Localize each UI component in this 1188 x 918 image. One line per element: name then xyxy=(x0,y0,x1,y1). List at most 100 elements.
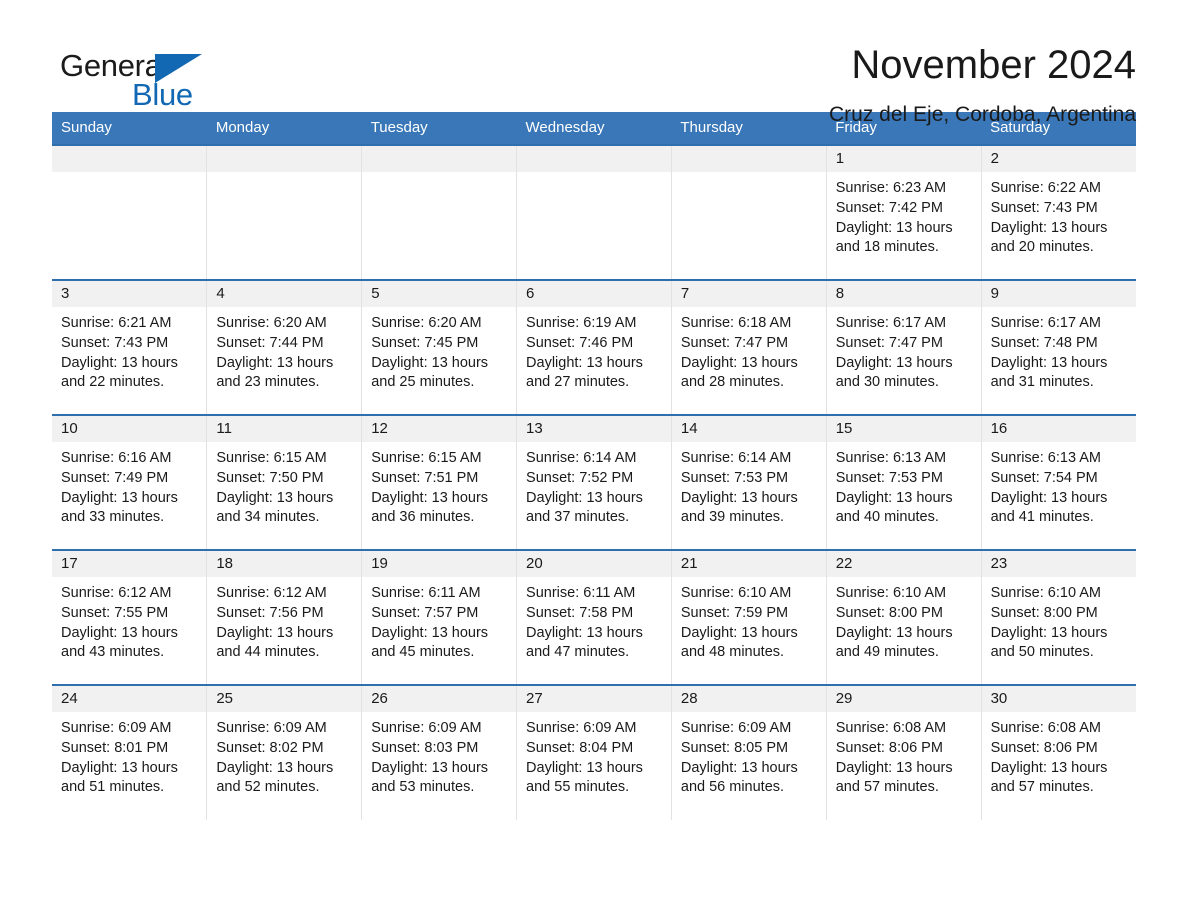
day-details xyxy=(52,172,206,179)
day-detail-line: and 47 minutes. xyxy=(526,644,630,661)
day-detail-line: and 53 minutes. xyxy=(371,779,475,796)
day-detail-line: Sunset: 8:00 PM xyxy=(990,604,1098,621)
generalblue-logo[interactable]: General Blue xyxy=(54,44,254,114)
calendar-day-cell[interactable]: 12 Sunrise: 6:15 AM Sunset: 7:51 PM Dayligh… xyxy=(361,414,518,550)
day-details: Sunrise: 6:09 AM Sunset: 8:04 PM Daylight:… xyxy=(517,712,671,798)
calendar-day-cell[interactable]: 8 Sunrise: 6:17 AM Sunset: 7:47 PM Daylight… xyxy=(826,279,982,415)
day-detail-line: Sunrise: 6:13 AM xyxy=(990,450,1101,466)
day-detail-line: Sunset: 7:48 PM xyxy=(990,334,1098,351)
day-detail-line: Sunset: 8:05 PM xyxy=(680,739,789,756)
day-detail-line: Daylight: 13 hours xyxy=(835,759,953,776)
day-detail-line: and 28 minutes. xyxy=(680,374,785,391)
day-number: 1 xyxy=(826,146,981,172)
day-detail-line: and 50 minutes. xyxy=(990,644,1094,661)
day-detail-line: Sunset: 7:52 PM xyxy=(526,469,634,486)
day-number: 6 xyxy=(517,281,671,307)
day-detail-line: Daylight: 13 hours xyxy=(990,489,1108,506)
day-number: 30 xyxy=(981,686,1136,712)
calendar-week-row: 3 Sunrise: 6:21 AM Sunset: 7:43 PM Daylight… xyxy=(52,279,1136,415)
calendar-day-cell[interactable]: 21 Sunrise: 6:10 AM Sunset: 7:59 PM Dayligh… xyxy=(671,549,827,685)
calendar-day-cell[interactable]: 22 Sunrise: 6:10 AM Sunset: 8:00 PM Dayligh… xyxy=(826,549,982,685)
day-details: Sunrise: 6:10 AM Sunset: 7:59 PM Daylight:… xyxy=(672,577,826,663)
weekday-header-thursday: Thursday xyxy=(671,112,827,145)
day-detail-line: and 18 minutes. xyxy=(835,239,939,256)
day-detail-line: Sunrise: 6:09 AM xyxy=(526,720,637,736)
day-detail-line: Sunset: 7:45 PM xyxy=(371,334,479,351)
day-number: 29 xyxy=(826,686,981,712)
calendar-day-cell[interactable]: 28 Sunrise: 6:09 AM Sunset: 8:05 PM Dayligh… xyxy=(671,684,827,820)
day-detail-line: Sunset: 8:04 PM xyxy=(526,739,634,756)
day-details: Sunrise: 6:17 AM Sunset: 7:48 PM Daylight:… xyxy=(982,307,1136,393)
calendar-day-cell[interactable]: 18 Sunrise: 6:12 AM Sunset: 7:56 PM Dayligh… xyxy=(206,549,363,685)
day-detail-line: Sunrise: 6:10 AM xyxy=(680,585,792,601)
calendar-day-cell[interactable]: 2 Sunrise: 6:22 AM Sunset: 7:43 PM Daylight… xyxy=(981,144,1136,280)
day-number: 26 xyxy=(362,686,517,712)
day-detail-line: Daylight: 13 hours xyxy=(990,759,1108,776)
day-detail-line: Daylight: 13 hours xyxy=(371,624,489,641)
calendar-day-cell[interactable]: 10 Sunrise: 6:16 AM Sunset: 7:49 PM Dayligh… xyxy=(52,414,208,550)
day-detail-line: and 25 minutes. xyxy=(371,374,475,391)
day-detail-line: Sunset: 7:43 PM xyxy=(61,334,169,351)
calendar-day-cell[interactable]: 14 Sunrise: 6:14 AM Sunset: 7:53 PM Dayligh… xyxy=(671,414,827,550)
calendar-day-cell[interactable]: 1 Sunrise: 6:23 AM Sunset: 7:42 PM Daylight… xyxy=(826,144,982,280)
weekday-header-tuesday: Tuesday xyxy=(361,112,517,145)
day-detail-line: Daylight: 13 hours xyxy=(216,489,334,506)
day-number: 12 xyxy=(362,416,517,442)
day-detail-line: Sunrise: 6:12 AM xyxy=(216,585,327,601)
day-detail-line: Daylight: 13 hours xyxy=(61,489,178,506)
day-detail-line: Daylight: 13 hours xyxy=(835,219,953,236)
day-detail-line: Sunset: 7:43 PM xyxy=(990,199,1098,216)
day-detail-line: Sunset: 7:59 PM xyxy=(680,604,789,621)
day-detail-line: Daylight: 13 hours xyxy=(835,489,953,506)
calendar-day-cell[interactable]: 27 Sunrise: 6:09 AM Sunset: 8:04 PM Dayligh… xyxy=(516,684,672,820)
day-detail-line: Sunrise: 6:14 AM xyxy=(680,450,792,466)
day-detail-line: Sunset: 8:03 PM xyxy=(371,739,479,756)
calendar-day-cell[interactable]: 29 Sunrise: 6:08 AM Sunset: 8:06 PM Dayligh… xyxy=(826,684,982,820)
day-details: Sunrise: 6:18 AM Sunset: 7:47 PM Daylight:… xyxy=(672,307,826,393)
day-number: 10 xyxy=(52,416,207,442)
page-header: General Blue November 2024 Cruz del Eje,… xyxy=(0,0,1188,126)
calendar-day-cell[interactable]: 16 Sunrise: 6:13 AM Sunset: 7:54 PM Dayligh… xyxy=(981,414,1136,550)
day-detail-line: Sunset: 7:51 PM xyxy=(371,469,479,486)
day-detail-line: and 20 minutes. xyxy=(990,239,1094,256)
calendar-day-cell[interactable]: 5 Sunrise: 6:20 AM Sunset: 7:45 PM Daylight… xyxy=(361,279,518,415)
calendar-day-cell[interactable]: 25 Sunrise: 6:09 AM Sunset: 8:02 PM Dayligh… xyxy=(206,684,363,820)
calendar-day-cell[interactable]: 9 Sunrise: 6:17 AM Sunset: 7:48 PM Daylight… xyxy=(981,279,1136,415)
day-details: Sunrise: 6:23 AM Sunset: 7:42 PM Daylight:… xyxy=(827,172,981,258)
day-detail-line: Sunset: 7:42 PM xyxy=(835,199,943,216)
calendar-day-cell[interactable]: 15 Sunrise: 6:13 AM Sunset: 7:53 PM Dayligh… xyxy=(826,414,982,550)
day-detail-line: Sunset: 8:00 PM xyxy=(835,604,943,621)
calendar-day-cell[interactable]: 3 Sunrise: 6:21 AM Sunset: 7:43 PM Daylight… xyxy=(52,279,208,415)
day-detail-line: Sunset: 7:49 PM xyxy=(61,469,169,486)
day-detail-line: Sunrise: 6:09 AM xyxy=(680,720,792,736)
calendar-day-cell[interactable]: 17 Sunrise: 6:12 AM Sunset: 7:55 PM Dayligh… xyxy=(52,549,208,685)
day-number: 27 xyxy=(517,686,671,712)
day-number: 19 xyxy=(362,551,517,577)
day-details: Sunrise: 6:15 AM Sunset: 7:50 PM Daylight:… xyxy=(207,442,361,528)
calendar-day-cell[interactable]: 23 Sunrise: 6:10 AM Sunset: 8:00 PM Dayligh… xyxy=(981,549,1136,685)
weekday-header-wednesday: Wednesday xyxy=(516,112,672,145)
day-detail-line: Sunrise: 6:16 AM xyxy=(61,450,172,466)
day-detail-line: Sunset: 7:53 PM xyxy=(680,469,789,486)
calendar-day-cell[interactable]: 24 Sunrise: 6:09 AM Sunset: 8:01 PM Dayligh… xyxy=(52,684,208,820)
day-detail-line: Daylight: 13 hours xyxy=(371,759,489,776)
day-number: 25 xyxy=(207,686,362,712)
day-number xyxy=(362,146,517,172)
calendar-day-cell[interactable]: 11 Sunrise: 6:15 AM Sunset: 7:50 PM Dayligh… xyxy=(206,414,363,550)
weekday-header-monday: Monday xyxy=(206,112,362,145)
calendar-day-cell[interactable]: 20 Sunrise: 6:11 AM Sunset: 7:58 PM Dayligh… xyxy=(516,549,672,685)
calendar-day-cell[interactable]: 7 Sunrise: 6:18 AM Sunset: 7:47 PM Daylight… xyxy=(671,279,827,415)
calendar-day-cell[interactable]: 30 Sunrise: 6:08 AM Sunset: 8:06 PM Dayligh… xyxy=(981,684,1136,820)
day-details: Sunrise: 6:10 AM Sunset: 8:00 PM Daylight:… xyxy=(982,577,1136,663)
day-detail-line: and 57 minutes. xyxy=(835,779,939,796)
calendar-day-cell[interactable]: 4 Sunrise: 6:20 AM Sunset: 7:44 PM Daylight… xyxy=(206,279,363,415)
day-number: 17 xyxy=(52,551,207,577)
day-detail-line: and 40 minutes. xyxy=(835,509,939,526)
calendar-day-cell[interactable]: 19 Sunrise: 6:11 AM Sunset: 7:57 PM Dayligh… xyxy=(361,549,518,685)
day-detail-line: Sunrise: 6:20 AM xyxy=(371,315,482,331)
calendar-day-cell[interactable]: 13 Sunrise: 6:14 AM Sunset: 7:52 PM Dayligh… xyxy=(516,414,672,550)
day-detail-line: Sunrise: 6:22 AM xyxy=(990,180,1101,196)
calendar-day-cell[interactable]: 6 Sunrise: 6:19 AM Sunset: 7:46 PM Daylight… xyxy=(516,279,672,415)
day-detail-line: Sunset: 7:47 PM xyxy=(835,334,943,351)
calendar-day-cell[interactable]: 26 Sunrise: 6:09 AM Sunset: 8:03 PM Dayligh… xyxy=(361,684,518,820)
